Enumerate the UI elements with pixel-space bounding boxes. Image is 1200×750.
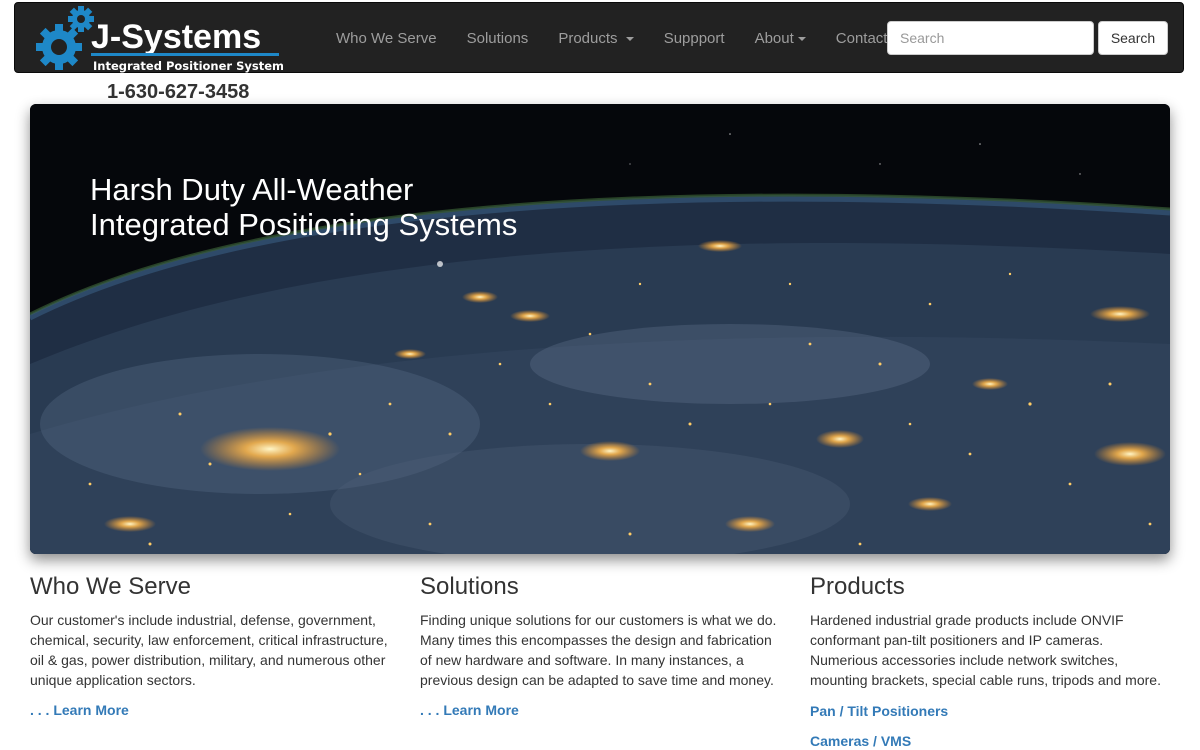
nav-link-about[interactable]: About xyxy=(755,30,806,47)
search-form: Search xyxy=(887,21,1168,55)
nav-link-products[interactable]: Products xyxy=(558,30,634,47)
who-we-serve-text: Our customer's include industrial, defen… xyxy=(30,612,388,688)
brand-tagline: Integrated Positioner Systems xyxy=(93,59,283,73)
brand-logo[interactable]: J-Systems Integrated Positioner Systems xyxy=(33,5,291,73)
products-heading: Products xyxy=(810,573,905,600)
nav-item-products[interactable]: Products xyxy=(543,3,648,74)
who-we-serve-heading: Who We Serve xyxy=(30,573,191,600)
hero-title-line-2: Integrated Positioning Systems xyxy=(90,207,518,242)
products-section: Products Hardened industrial grade produ… xyxy=(810,573,1170,750)
solutions-heading: Solutions xyxy=(420,573,519,600)
chevron-down-icon xyxy=(797,37,806,42)
nav-label-about: About xyxy=(754,30,794,47)
nav-link-support[interactable]: Suppport xyxy=(664,30,725,47)
navbar: J-Systems Integrated Positioner Systems … xyxy=(14,2,1184,73)
solutions-section: Solutions Finding unique solutions for o… xyxy=(420,573,780,718)
gear-icon xyxy=(36,24,82,70)
hero-banner: Harsh Duty All-Weather Integrated Positi… xyxy=(30,104,1170,554)
solutions-learn-more-link[interactable]: . . . Learn More xyxy=(420,702,780,718)
hero-title: Harsh Duty All-Weather Integrated Positi… xyxy=(90,172,517,242)
search-button[interactable]: Search xyxy=(1098,21,1168,55)
nav-item-about[interactable]: About xyxy=(740,3,821,74)
main-nav: Who We Serve Solutions Products Suppport… xyxy=(321,3,902,74)
chevron-down-icon xyxy=(625,37,634,42)
nav-link-contact[interactable]: Contact xyxy=(836,30,888,47)
nav-item-support[interactable]: Suppport xyxy=(649,3,740,74)
phone-number: 1-630-627-3458 xyxy=(107,81,250,103)
who-we-serve-section: Who We Serve Our customer's include indu… xyxy=(30,573,390,718)
nav-label-products: Products xyxy=(558,30,618,47)
solutions-text: Finding unique solutions for our custome… xyxy=(420,612,777,688)
who-we-serve-learn-more-link[interactable]: . . . Learn More xyxy=(30,702,390,718)
nav-item-who-we-serve[interactable]: Who We Serve xyxy=(321,3,452,74)
brand-name: J-Systems xyxy=(91,18,261,56)
nav-link-who-we-serve[interactable]: Who We Serve xyxy=(336,30,437,47)
products-text: Hardened industrial grade products inclu… xyxy=(810,612,1161,688)
nav-item-solutions[interactable]: Solutions xyxy=(452,3,544,74)
nav-link-solutions[interactable]: Solutions xyxy=(467,30,529,47)
pan-tilt-positioners-link[interactable]: Pan / Tilt Positioners xyxy=(810,702,1170,720)
search-input[interactable] xyxy=(887,21,1094,55)
hero-title-line-1: Harsh Duty All-Weather xyxy=(90,172,414,207)
cameras-vms-link[interactable]: Cameras / VMS xyxy=(810,732,1170,750)
